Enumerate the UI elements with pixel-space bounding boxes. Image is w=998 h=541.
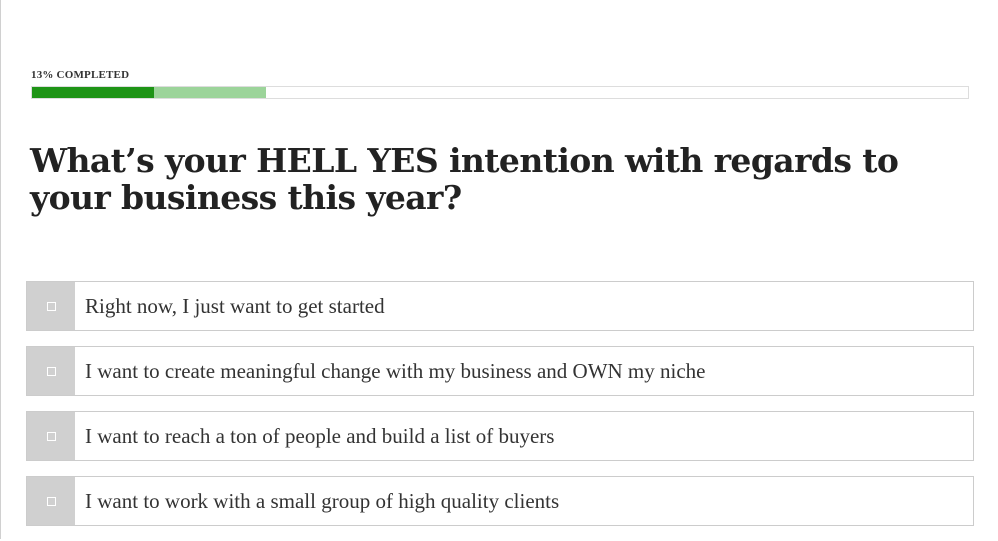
option-checkbox[interactable] xyxy=(27,412,75,460)
checkbox-icon xyxy=(46,496,56,506)
option-checkbox[interactable] xyxy=(27,477,75,525)
option-label: I want to work with a small group of hig… xyxy=(85,488,560,513)
checkbox-icon xyxy=(46,431,56,441)
option-label: I want to reach a ton of people and buil… xyxy=(85,423,555,448)
option-own-niche[interactable]: I want to create meaningful change with … xyxy=(26,346,974,396)
option-get-started[interactable]: Right now, I just want to get started xyxy=(26,281,974,331)
option-checkbox[interactable] xyxy=(27,347,75,395)
checkbox-icon xyxy=(46,301,56,311)
checkbox-icon xyxy=(46,366,56,376)
option-small-group[interactable]: I want to work with a small group of hig… xyxy=(26,476,974,526)
progress-label: 13% COMPLETED xyxy=(31,69,130,81)
question-title: What’s your HELL YES intention with rega… xyxy=(30,141,899,217)
option-build-list[interactable]: I want to reach a ton of people and buil… xyxy=(26,411,974,461)
left-border xyxy=(0,0,1,539)
option-label: Right now, I just want to get started xyxy=(85,293,385,318)
answer-options: Right now, I just want to get started I … xyxy=(26,281,974,541)
progress-bar xyxy=(31,86,969,99)
option-label: I want to create meaningful change with … xyxy=(85,358,706,383)
option-checkbox[interactable] xyxy=(27,282,75,330)
progress-fill xyxy=(32,87,154,98)
